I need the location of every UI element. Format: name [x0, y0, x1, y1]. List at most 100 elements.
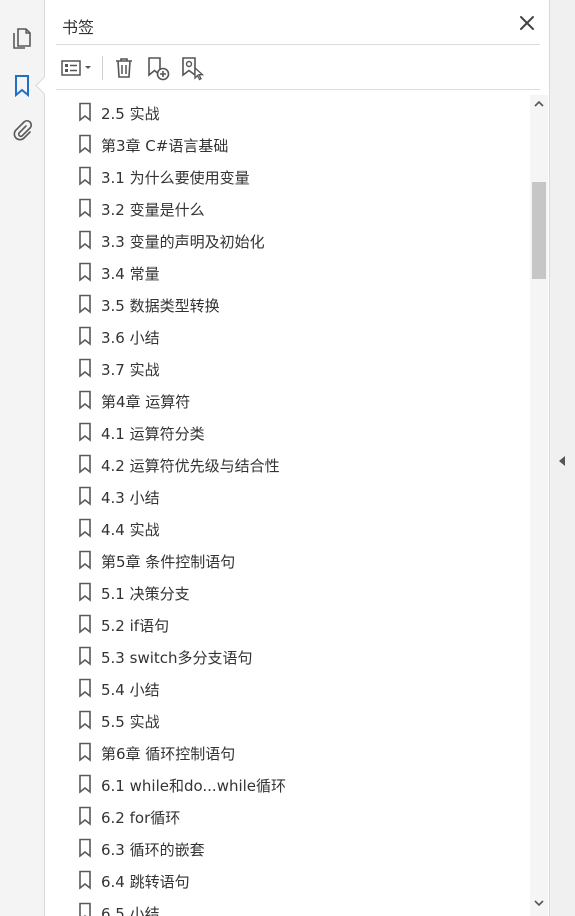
- bookmark-icon: [79, 486, 91, 506]
- bookmark-icon: [79, 870, 91, 890]
- page-thumbnails-icon: [13, 28, 31, 49]
- bookmark-item[interactable]: 6.5 小结: [45, 896, 530, 916]
- bookmark-list-scrollbar[interactable]: [530, 95, 548, 916]
- scroll-down-button[interactable]: [530, 894, 548, 912]
- attachments-button[interactable]: [8, 116, 36, 144]
- bookmarks-panel-button[interactable]: [8, 72, 36, 100]
- bookmark-item[interactable]: 3.5 数据类型转换: [45, 288, 530, 320]
- bookmark-item[interactable]: 4.1 运算符分类: [45, 416, 530, 448]
- bookmark-icon: [79, 742, 91, 762]
- bookmark-label: 5.5 实战: [101, 713, 160, 731]
- bookmark-item[interactable]: 4.2 运算符优先级与结合性: [45, 448, 530, 480]
- bookmark-item[interactable]: 6.1 while和do...while循环: [45, 768, 530, 800]
- bookmark-item[interactable]: 2.5 实战: [45, 96, 530, 128]
- bookmark-icon: [79, 422, 91, 442]
- bookmark-icon: [79, 582, 91, 602]
- chevron-down-icon: [534, 900, 544, 907]
- bookmark-icon: [79, 294, 91, 314]
- bookmark-item[interactable]: 第4章 运算符: [45, 384, 530, 416]
- panel-collapse-strip[interactable]: [549, 0, 575, 916]
- scroll-up-button[interactable]: [530, 95, 548, 113]
- bookmark-label: 5.4 小结: [101, 681, 160, 699]
- bookmark-icon: [79, 806, 91, 826]
- bookmark-icon: [79, 102, 91, 122]
- bookmark-label: 5.2 if语句: [101, 617, 170, 635]
- bookmark-item[interactable]: 6.2 for循环: [45, 800, 530, 832]
- bookmark-label: 3.2 变量是什么: [101, 201, 205, 219]
- page-thumbnails-button[interactable]: [8, 24, 36, 52]
- bookmark-label: 4.1 运算符分类: [101, 425, 205, 443]
- bookmark-label: 3.3 变量的声明及初始化: [101, 233, 265, 251]
- bookmark-item[interactable]: 4.3 小结: [45, 480, 530, 512]
- bookmark-icon: [79, 358, 91, 378]
- bookmark-item[interactable]: 5.2 if语句: [45, 608, 530, 640]
- bookmark-label: 6.2 for循环: [101, 809, 181, 827]
- navigation-rail: [0, 0, 45, 916]
- toolbar-divider-line: [56, 89, 540, 90]
- bookmark-label: 第4章 运算符: [101, 393, 191, 411]
- options-menu-icon: [61, 60, 91, 76]
- close-icon: [520, 16, 534, 30]
- collapse-arrow-icon: [559, 456, 565, 466]
- bookmark-icon: [79, 614, 91, 634]
- bookmark-icon: [79, 198, 91, 218]
- bookmark-item[interactable]: 5.5 实战: [45, 704, 530, 736]
- bookmark-icon: [79, 454, 91, 474]
- bookmark-label: 6.4 跳转语句: [101, 873, 190, 891]
- bookmark-icon: [79, 550, 91, 570]
- bookmark-icon: [79, 166, 91, 186]
- bookmarks-toolbar: [56, 50, 540, 86]
- scrollbar-thumb[interactable]: [532, 182, 546, 279]
- bookmarks-panel: 书签 2.5 实战 第3章 C#语言基础 3.1 为什么要使用变量 3.2 变量…: [45, 0, 548, 916]
- bookmark-item[interactable]: 第6章 循环控制语句: [45, 736, 530, 768]
- bookmark-item[interactable]: 3.2 变量是什么: [45, 192, 530, 224]
- bookmark-label: 第5章 条件控制语句: [101, 553, 236, 571]
- bookmark-label: 4.3 小结: [101, 489, 160, 507]
- panel-title: 书签: [62, 18, 95, 37]
- new-bookmark-icon: [148, 57, 170, 81]
- delete-icon: [116, 58, 132, 78]
- bookmark-item[interactable]: 6.4 跳转语句: [45, 864, 530, 896]
- bookmark-icon: [79, 838, 91, 858]
- bookmark-item[interactable]: 5.1 决策分支: [45, 576, 530, 608]
- header-divider: [56, 44, 540, 45]
- bookmark-label: 3.1 为什么要使用变量: [101, 169, 250, 187]
- bookmark-item[interactable]: 第5章 条件控制语句: [45, 544, 530, 576]
- bookmark-label: 5.1 决策分支: [101, 585, 190, 603]
- bookmark-item[interactable]: 3.3 变量的声明及初始化: [45, 224, 530, 256]
- new-bookmark-button[interactable]: [144, 53, 172, 83]
- close-panel-button[interactable]: [516, 12, 538, 34]
- bookmark-label: 6.3 循环的嵌套: [101, 841, 205, 859]
- bookmark-icon: [79, 134, 91, 154]
- bookmark-label: 3.4 常量: [101, 265, 160, 283]
- bookmark-icon: [79, 518, 91, 538]
- toolbar-divider: [102, 56, 103, 80]
- bookmark-icon: [79, 326, 91, 346]
- attachment-icon: [13, 119, 33, 141]
- bookmark-icon: [79, 902, 91, 916]
- bookmark-item[interactable]: 3.6 小结: [45, 320, 530, 352]
- bookmark-list: 2.5 实战第3章 C#语言基础 3.1 为什么要使用变量 3.2 变量是什么 3.3…: [45, 96, 530, 916]
- bookmark-item[interactable]: 3.4 常量: [45, 256, 530, 288]
- bookmark-icon: [79, 230, 91, 250]
- bookmark-label: 5.3 switch多分支语句: [101, 649, 253, 667]
- bookmark-icon: [79, 262, 91, 282]
- bookmark-icon: [79, 390, 91, 410]
- chevron-up-icon: [534, 100, 544, 107]
- bookmark-label: 6.1 while和do...while循环: [101, 777, 287, 795]
- bookmark-item[interactable]: 第3章 C#语言基础: [45, 128, 530, 160]
- bookmark-item[interactable]: 6.3 循环的嵌套: [45, 832, 530, 864]
- new-bookmark-from-structure-button[interactable]: [178, 53, 206, 83]
- options-menu-button[interactable]: [58, 53, 96, 83]
- bookmark-label: 2.5 实战: [101, 105, 160, 123]
- new-bookmark-from-structure-icon: [182, 57, 205, 81]
- bookmark-item[interactable]: 5.3 switch多分支语句: [45, 640, 530, 672]
- bookmark-item[interactable]: 4.4 实战: [45, 512, 530, 544]
- bookmark-label: 4.4 实战: [101, 521, 160, 539]
- bookmark-item[interactable]: 3.7 实战: [45, 352, 530, 384]
- bookmark-label: 6.5 小结: [101, 905, 160, 916]
- bookmark-icon: [79, 710, 91, 730]
- delete-bookmark-button[interactable]: [110, 53, 138, 83]
- bookmark-item[interactable]: 5.4 小结: [45, 672, 530, 704]
- bookmark-item[interactable]: 3.1 为什么要使用变量: [45, 160, 530, 192]
